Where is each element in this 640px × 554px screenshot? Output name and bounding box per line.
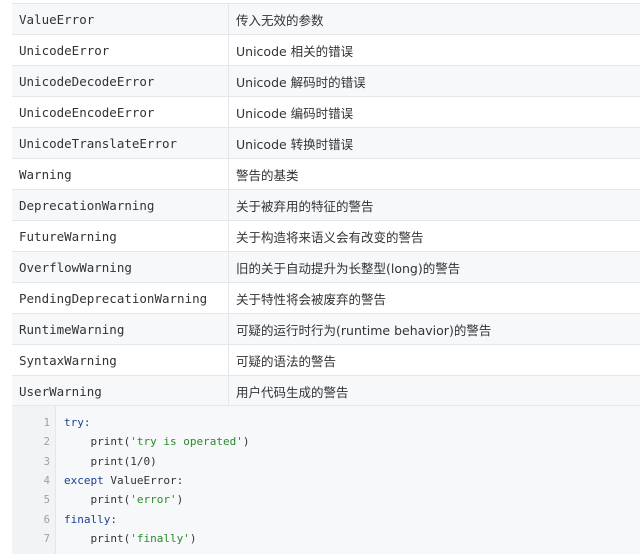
table-row: UnicodeTranslateErrorUnicode 转换时错误 <box>12 128 640 159</box>
exception-description: 可疑的运行时行为(runtime behavior)的警告 <box>229 314 640 345</box>
table-row: FutureWarning关于构造将来语义会有改变的警告 <box>12 221 640 252</box>
table-row: UnicodeErrorUnicode 相关的错误 <box>12 35 640 66</box>
exception-description: 用户代码生成的警告 <box>229 376 640 407</box>
code-line: print(1/0) <box>64 455 157 468</box>
code-line: except ValueError: <box>64 474 183 487</box>
line-number: 7 <box>12 533 50 545</box>
exception-description: Unicode 相关的错误 <box>229 35 640 66</box>
exception-description: Unicode 转换时错误 <box>229 128 640 159</box>
exception-description: 警告的基类 <box>229 159 640 190</box>
code-line: finally: <box>64 513 117 526</box>
exception-description: 旧的关于自动提升为长整型(long)的警告 <box>229 252 640 283</box>
code-line: print('try is operated') <box>64 435 249 448</box>
code-string: 'try is operated' <box>130 435 243 448</box>
exception-name: UnicodeDecodeError <box>12 66 229 97</box>
table-row: Warning警告的基类 <box>12 159 640 190</box>
exception-name: Warning <box>12 159 229 190</box>
table-row: UnicodeDecodeErrorUnicode 解码时的错误 <box>12 66 640 97</box>
table-row: UnicodeEncodeErrorUnicode 编码时错误 <box>12 97 640 128</box>
exception-description: 关于构造将来语义会有改变的警告 <box>229 221 640 252</box>
table-row: ValueError传入无效的参数 <box>12 4 640 35</box>
table-row: PendingDeprecationWarning关于特性将会被废弃的警告 <box>12 283 640 314</box>
exception-name: SyntaxWarning <box>12 345 229 376</box>
code-keyword: try: <box>64 416 91 429</box>
table-row: SyntaxWarning可疑的语法的警告 <box>12 345 640 376</box>
code-indent <box>64 455 91 468</box>
code-text: print( <box>91 493 131 506</box>
code-text: ) <box>243 435 250 448</box>
code-text: ) <box>177 493 184 506</box>
exception-description: 可疑的语法的警告 <box>229 345 640 376</box>
code-indent <box>64 435 91 448</box>
code-indent <box>64 493 91 506</box>
exception-name: DeprecationWarning <box>12 190 229 221</box>
table-row: RuntimeWarning可疑的运行时行为(runtime behavior)… <box>12 314 640 345</box>
line-number: 3 <box>12 456 50 468</box>
code-indent <box>64 532 91 545</box>
table-row: DeprecationWarning关于被弃用的特征的警告 <box>12 190 640 221</box>
code-line: print('finally') <box>64 532 196 545</box>
exception-name: UnicodeEncodeError <box>12 97 229 128</box>
exception-name: UnicodeTranslateError <box>12 128 229 159</box>
table-row: OverflowWarning旧的关于自动提升为长整型(long)的警告 <box>12 252 640 283</box>
exception-description: Unicode 编码时错误 <box>229 97 640 128</box>
code-block: 1 try: 2 print('try is operated') 3 prin… <box>12 405 640 554</box>
code-keyword: finally: <box>64 513 117 526</box>
exception-name: PendingDeprecationWarning <box>12 283 229 314</box>
code-text: print(1/0) <box>91 455 157 468</box>
line-number: 6 <box>12 514 50 526</box>
code-line: try: <box>64 416 91 429</box>
exception-name: OverflowWarning <box>12 252 229 283</box>
exception-name: UserWarning <box>12 376 229 407</box>
exception-description: Unicode 解码时的错误 <box>229 66 640 97</box>
exception-description: 关于特性将会被废弃的警告 <box>229 283 640 314</box>
exception-name: RuntimeWarning <box>12 314 229 345</box>
exception-name: UnicodeError <box>12 35 229 66</box>
line-number: 1 <box>12 417 50 429</box>
code-keyword: except <box>64 474 104 487</box>
code-string: 'finally' <box>130 532 190 545</box>
table-row: UserWarning用户代码生成的警告 <box>12 376 640 407</box>
code-text: ) <box>190 532 197 545</box>
line-number: 4 <box>12 475 50 487</box>
code-line: print('error') <box>64 493 183 506</box>
exception-description: 传入无效的参数 <box>229 4 640 35</box>
code-string: 'error' <box>130 493 176 506</box>
line-number: 5 <box>12 494 50 506</box>
exception-name: ValueError <box>12 4 229 35</box>
code-text: ValueError: <box>104 474 183 487</box>
code-text: print( <box>91 435 131 448</box>
code-text: print( <box>91 532 131 545</box>
exception-description: 关于被弃用的特征的警告 <box>229 190 640 221</box>
exception-table: ValueError传入无效的参数 UnicodeErrorUnicode 相关… <box>12 3 640 407</box>
line-number: 2 <box>12 436 50 448</box>
exception-name: FutureWarning <box>12 221 229 252</box>
